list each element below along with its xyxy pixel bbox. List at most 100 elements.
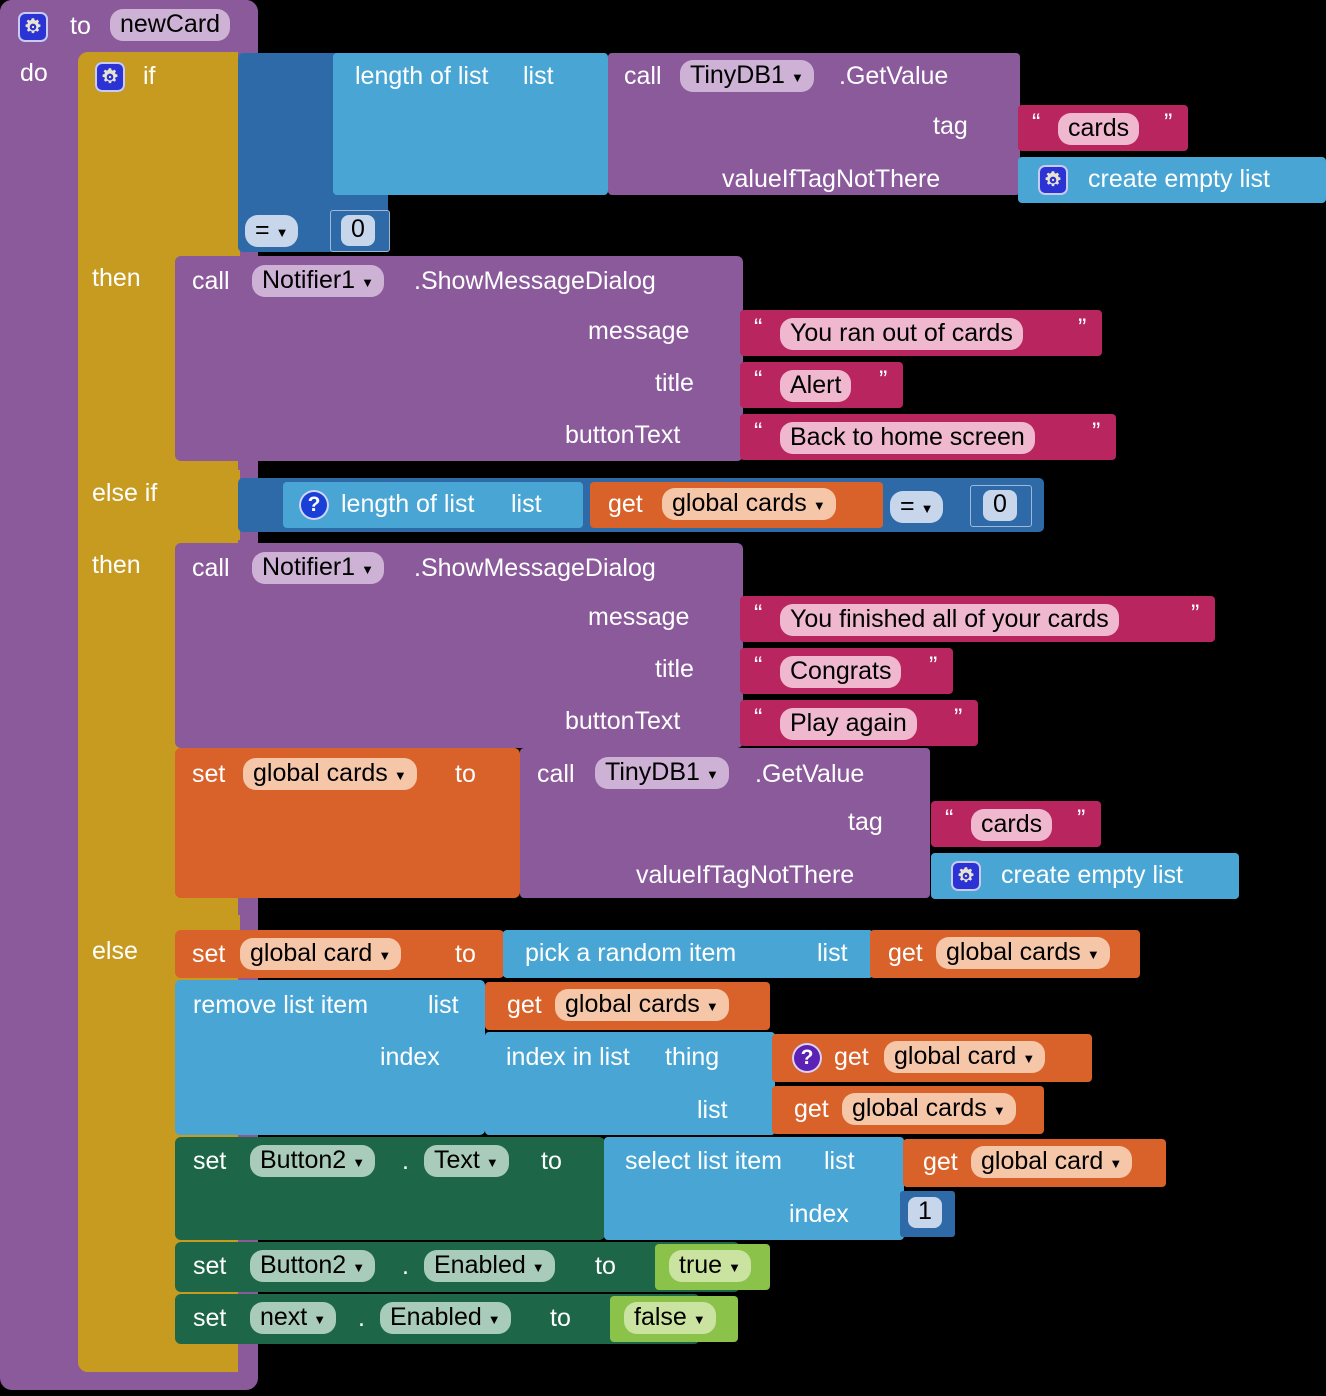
message-string-block-2[interactable]: “ You finished all of your cards ”	[740, 596, 1215, 642]
length-of-list-label-2: length of list	[341, 490, 475, 518]
buttontext-string-value-2[interactable]: Play again	[780, 708, 917, 740]
notifier-component-dropdown-2[interactable]: Notifier1 ▼	[252, 552, 384, 584]
comparison-value-2[interactable]: 0	[983, 490, 1017, 521]
question-icon[interactable]: ?	[792, 1043, 822, 1073]
number-value-3[interactable]: 1	[908, 1197, 942, 1228]
title-string-value-2[interactable]: Congrats	[780, 656, 902, 688]
get-label-2: get	[888, 939, 923, 967]
get-global-card-block-2[interactable]: get global card ▼	[903, 1139, 1166, 1187]
notifier-component-dropdown-1[interactable]: Notifier1 ▼	[252, 265, 384, 297]
chevron-down-icon: ▼	[352, 1155, 366, 1170]
variable-dropdown-1[interactable]: global cards ▼	[662, 488, 836, 520]
get-global-cards-block-4[interactable]: get global cards ▼	[772, 1086, 1044, 1134]
boolean-false-block[interactable]: false ▼	[610, 1296, 738, 1342]
property-field-3[interactable]: Enabled ▼	[380, 1302, 511, 1334]
property-dropdown-enabled-1[interactable]: Enabled ▼	[424, 1250, 555, 1282]
gear-icon[interactable]	[951, 861, 981, 891]
buttontext-string-value-1[interactable]: Back to home screen	[780, 422, 1035, 454]
comparison-operator-2[interactable]: = ▼	[890, 491, 944, 523]
gear-icon[interactable]	[18, 12, 48, 42]
tag-string-block-2[interactable]: “ cards ”	[931, 801, 1101, 847]
if-mutator-gear[interactable]	[95, 62, 125, 92]
component-value-7: next	[260, 1303, 308, 1331]
title-string-value-1[interactable]: Alert	[780, 370, 852, 402]
set-variable-field-1[interactable]: global cards ▼	[243, 758, 417, 790]
property-dropdown-enabled-2[interactable]: Enabled ▼	[380, 1302, 511, 1334]
tag-string-block-1[interactable]: “ cards ”	[1018, 105, 1188, 151]
variable-dropdown-6[interactable]: global card ▼	[971, 1146, 1133, 1178]
number-value-1[interactable]: 0	[341, 215, 375, 246]
property-field-2[interactable]: Enabled ▼	[424, 1250, 555, 1282]
get-global-cards-block-3[interactable]: get global cards ▼	[485, 982, 770, 1030]
variable-dropdown-5[interactable]: global cards ▼	[842, 1093, 1016, 1125]
component-field-1[interactable]: TinyDB1 ▼	[680, 60, 814, 92]
remove-list-item-label: remove list item	[193, 991, 369, 1019]
tinydb-component-dropdown-1[interactable]: TinyDB1 ▼	[680, 60, 814, 92]
number-value-2[interactable]: 0	[983, 490, 1017, 521]
buttontext-string-block-2[interactable]: “ Play again ”	[740, 700, 978, 746]
procedure-name-value[interactable]: newCard	[110, 9, 231, 41]
create-empty-list-block-2[interactable]: create empty list	[931, 853, 1239, 899]
variable-dropdown-3[interactable]: global cards ▼	[555, 989, 729, 1021]
property-dropdown-text[interactable]: Text ▼	[424, 1145, 509, 1177]
method-name-2: .ShowMessageDialog	[414, 267, 656, 295]
procedure-name-field[interactable]: newCard	[110, 9, 231, 41]
component-field-2[interactable]: Notifier1 ▼	[252, 265, 384, 297]
component-dropdown-button2-enabled[interactable]: Button2 ▼	[250, 1250, 376, 1282]
operator-dropdown-2[interactable]: = ▼	[890, 491, 944, 523]
get-global-cards-block-1[interactable]: get global cards ▼	[590, 482, 883, 528]
tinydb-component-dropdown-2[interactable]: TinyDB1 ▼	[595, 757, 729, 789]
variable-dropdown-4[interactable]: global card ▼	[884, 1041, 1046, 1073]
close-quote-icon: ”	[879, 366, 888, 394]
boolean-true-block[interactable]: true ▼	[655, 1244, 770, 1290]
variable-value-4: global card	[894, 1042, 1017, 1070]
component-field-3[interactable]: Notifier1 ▼	[252, 552, 384, 584]
set-label-4: set	[193, 1252, 227, 1280]
procedure-mutator-gear[interactable]	[18, 12, 48, 42]
set-variable-dropdown-2[interactable]: global card ▼	[240, 938, 402, 970]
chevron-down-icon: ▼	[705, 999, 719, 1014]
title-string-block-1[interactable]: “ Alert ”	[740, 362, 903, 408]
message-string-value-1[interactable]: You ran out of cards	[780, 318, 1023, 350]
length-of-list-block-2[interactable]: ? length of list list	[283, 482, 583, 528]
component-field-5[interactable]: Button2 ▼	[250, 1145, 376, 1177]
comparison-operator-1[interactable]: = ▼	[245, 215, 299, 247]
gear-icon[interactable]	[1038, 165, 1068, 195]
message-string-block-1[interactable]: “ You ran out of cards ”	[740, 310, 1102, 356]
set-variable-field-2[interactable]: global card ▼	[240, 938, 402, 970]
get-global-cards-block-2[interactable]: get global cards ▼	[870, 930, 1140, 978]
operator-dropdown-1[interactable]: = ▼	[245, 215, 299, 247]
gear-icon[interactable]	[95, 62, 125, 92]
component-field-4[interactable]: TinyDB1 ▼	[595, 757, 729, 789]
tag-string-value-1[interactable]: cards	[1058, 113, 1140, 145]
question-icon[interactable]: ?	[299, 490, 329, 520]
message-string-value-2[interactable]: You finished all of your cards	[780, 604, 1119, 636]
open-quote-icon: “	[754, 600, 763, 628]
get-label-6: get	[923, 1148, 958, 1176]
component-dropdown-button2-text[interactable]: Button2 ▼	[250, 1145, 376, 1177]
set-variable-dropdown-1[interactable]: global cards ▼	[243, 758, 417, 790]
chevron-down-icon: ▼	[487, 1312, 501, 1327]
open-quote-icon: “	[754, 418, 763, 446]
component-field-7[interactable]: next ▼	[250, 1302, 337, 1334]
select-index-number-block[interactable]: 1	[900, 1191, 955, 1237]
get-global-card-block-1[interactable]: ? get global card ▼	[772, 1034, 1092, 1082]
title-string-block-2[interactable]: “ Congrats ”	[740, 648, 953, 694]
property-field-1[interactable]: Text ▼	[424, 1145, 509, 1177]
create-empty-list-block-1[interactable]: create empty list	[1018, 157, 1326, 203]
boolean-dropdown-2[interactable]: false ▼	[624, 1302, 716, 1334]
comparison-value-1[interactable]: 0	[341, 215, 375, 246]
boolean-dropdown-1[interactable]: true ▼	[669, 1250, 751, 1282]
elseif-label: else if	[92, 479, 158, 507]
index-in-list-label: index in list	[506, 1043, 630, 1071]
to-label-3: to	[541, 1147, 562, 1175]
variable-dropdown-2[interactable]: global cards ▼	[936, 937, 1110, 969]
tag-string-value-2[interactable]: cards	[971, 809, 1053, 841]
pick-random-item-block[interactable]: pick a random item list	[503, 930, 873, 978]
buttontext-string-block-1[interactable]: “ Back to home screen ”	[740, 414, 1116, 460]
component-dropdown-next[interactable]: next ▼	[250, 1302, 337, 1334]
chevron-down-icon: ▼	[378, 948, 392, 963]
boolean-value-1: true	[679, 1251, 723, 1279]
create-empty-list-label-1: create empty list	[1088, 165, 1271, 193]
component-field-6[interactable]: Button2 ▼	[250, 1250, 376, 1282]
